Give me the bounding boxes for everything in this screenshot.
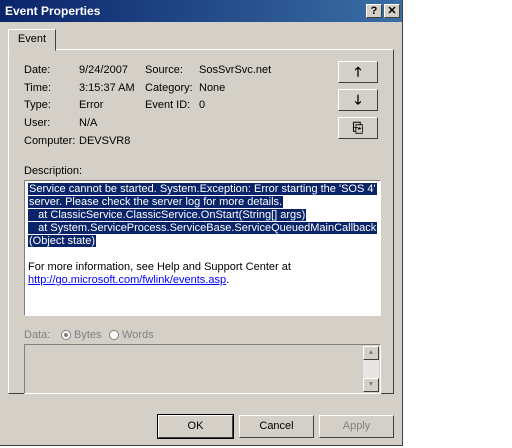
bytes-radio[interactable]: Bytes bbox=[61, 329, 102, 341]
description-label: Description: bbox=[24, 165, 83, 177]
more-info-text: For more information, see Help and Suppo… bbox=[28, 261, 291, 273]
title-bar[interactable]: Event Properties ? ✕ bbox=[0, 0, 402, 22]
category-label: Category: bbox=[145, 82, 193, 94]
event-properties-window: Event Properties ? ✕ Event Date: 9/24/20… bbox=[0, 0, 403, 446]
bytes-label: Bytes bbox=[74, 329, 102, 341]
type-label: Type: bbox=[24, 99, 51, 111]
tab-event[interactable]: Event bbox=[8, 29, 56, 51]
scroll-up-icon[interactable]: ▲ bbox=[363, 346, 379, 360]
data-scrollbar[interactable]: ▲ ▼ bbox=[363, 346, 379, 392]
time-label: Time: bbox=[24, 82, 52, 94]
radio-icon bbox=[109, 330, 119, 340]
apply-button[interactable]: Apply bbox=[319, 415, 394, 438]
words-label: Words bbox=[122, 329, 154, 341]
date-value: 9/24/2007 bbox=[79, 64, 128, 76]
time-value: 3:15:37 AM bbox=[79, 82, 135, 94]
description-textbox[interactable]: Service cannot be started. System.Except… bbox=[24, 180, 381, 316]
source-value: SosSvrSvc.net bbox=[199, 64, 272, 76]
help-link[interactable]: http://go.microsoft.com/fwlink/events.as… bbox=[28, 274, 226, 286]
next-event-button[interactable]: 🡓 bbox=[338, 89, 378, 111]
arrow-up-icon: 🡑 bbox=[354, 64, 362, 79]
computer-label: Computer: bbox=[24, 135, 76, 147]
description-line: at ClassicService.ClassicService.OnStart… bbox=[28, 209, 307, 221]
scroll-down-icon[interactable]: ▼ bbox=[363, 378, 379, 392]
category-value: None bbox=[199, 82, 226, 94]
arrow-down-icon: 🡓 bbox=[354, 92, 362, 107]
eventid-label: Event ID: bbox=[145, 99, 191, 111]
data-label: Data: bbox=[24, 329, 51, 341]
words-radio[interactable]: Words bbox=[109, 329, 154, 341]
user-value: N/A bbox=[79, 117, 98, 129]
previous-event-button[interactable]: 🡑 bbox=[338, 61, 378, 83]
date-label: Date: bbox=[24, 64, 51, 76]
ok-button[interactable]: OK bbox=[157, 414, 234, 439]
eventid-value: 0 bbox=[199, 99, 206, 111]
user-label: User: bbox=[24, 117, 51, 129]
copy-button[interactable]: ⎘ bbox=[338, 117, 378, 139]
window-title: Event Properties bbox=[5, 4, 101, 18]
source-label: Source: bbox=[145, 64, 183, 76]
description-line: Service cannot be started. System.Except… bbox=[28, 183, 377, 195]
description-line: server. Please check the server log for … bbox=[28, 196, 284, 208]
copy-icon: ⎘ bbox=[352, 120, 364, 135]
description-line: at System.ServiceProcess.ServiceBase.Ser… bbox=[28, 222, 378, 234]
close-button[interactable]: ✕ bbox=[384, 4, 400, 18]
radio-selected-icon bbox=[61, 330, 71, 340]
cancel-button[interactable]: Cancel bbox=[239, 415, 314, 438]
link-suffix: . bbox=[226, 274, 230, 286]
description-line: (Object state) bbox=[28, 235, 97, 247]
data-textbox[interactable]: ▲ ▼ bbox=[24, 344, 381, 394]
type-value: Error bbox=[79, 99, 104, 111]
computer-value: DEVSVR8 bbox=[79, 135, 131, 147]
help-button[interactable]: ? bbox=[366, 4, 382, 18]
